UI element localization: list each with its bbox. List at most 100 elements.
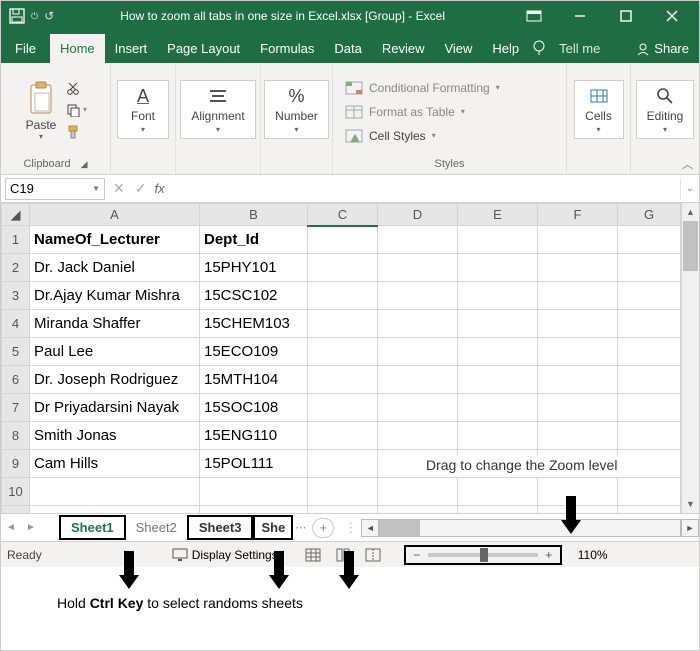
zoom-slider[interactable]: − +: [404, 545, 562, 565]
cell[interactable]: [30, 506, 200, 514]
select-all-corner[interactable]: ◢: [2, 204, 30, 226]
dialog-launcher-icon[interactable]: ◢: [81, 159, 88, 170]
vertical-scrollbar[interactable]: ▲ ▼: [681, 203, 699, 513]
tab-review[interactable]: Review: [372, 34, 435, 63]
cell[interactable]: [308, 394, 378, 422]
cell[interactable]: [538, 394, 618, 422]
cell[interactable]: Cam Hills: [30, 450, 200, 478]
col-header[interactable]: C: [308, 204, 378, 226]
row-header[interactable]: 4: [2, 310, 30, 338]
cell[interactable]: [458, 254, 538, 282]
cell[interactable]: [618, 226, 681, 254]
cell[interactable]: 15CSC102: [200, 282, 308, 310]
sheet-overflow-icon[interactable]: ⋯: [295, 521, 306, 534]
cell[interactable]: 15PHY101: [200, 254, 308, 282]
cell[interactable]: [538, 254, 618, 282]
display-settings-button[interactable]: Display Settings: [172, 548, 278, 562]
cell[interactable]: [308, 422, 378, 450]
cell[interactable]: [538, 338, 618, 366]
scroll-left-icon[interactable]: ◄: [361, 519, 379, 537]
cell[interactable]: [538, 310, 618, 338]
sheet-tab-3[interactable]: Sheet3: [187, 515, 254, 540]
cells-group-button[interactable]: Cells ▾: [574, 80, 624, 139]
row-header[interactable]: 5: [2, 338, 30, 366]
cell[interactable]: NameOf_Lecturer: [30, 226, 200, 254]
chevron-down-icon[interactable]: ▾: [596, 125, 600, 134]
cell[interactable]: Dr.Ajay Kumar Mishra: [30, 282, 200, 310]
cell[interactable]: [458, 422, 538, 450]
tab-formulas[interactable]: Formulas: [250, 34, 324, 63]
cell[interactable]: Miranda Shaffer: [30, 310, 200, 338]
sheet-nav-prev-icon[interactable]: ◄: [1, 522, 21, 533]
format-painter-button[interactable]: [66, 122, 87, 142]
cell[interactable]: [618, 310, 681, 338]
cell[interactable]: [378, 254, 458, 282]
row-header[interactable]: 6: [2, 366, 30, 394]
vscroll-thumb[interactable]: [683, 221, 698, 271]
cell[interactable]: [378, 366, 458, 394]
cell[interactable]: Dept_Id: [200, 226, 308, 254]
editing-group-button[interactable]: Editing ▾: [636, 80, 695, 139]
tab-insert[interactable]: Insert: [105, 34, 158, 63]
hscroll-thumb[interactable]: [380, 520, 420, 536]
number-group-button[interactable]: % Number ▾: [264, 80, 329, 139]
cell[interactable]: [308, 226, 378, 254]
scroll-down-icon[interactable]: ▼: [682, 495, 699, 513]
cell[interactable]: [538, 282, 618, 310]
cell[interactable]: 15SOC108: [200, 394, 308, 422]
zoom-handle[interactable]: [480, 548, 488, 562]
cell[interactable]: [458, 338, 538, 366]
chevron-down-icon[interactable]: ▾: [216, 125, 220, 134]
tab-file[interactable]: File: [1, 34, 50, 63]
zoom-out-button[interactable]: −: [410, 548, 424, 562]
cell[interactable]: [458, 226, 538, 254]
conditional-formatting-button[interactable]: Conditional Formatting▾: [345, 78, 560, 98]
chevron-down-icon[interactable]: ▾: [39, 132, 43, 141]
cell[interactable]: 15POL111: [200, 450, 308, 478]
cell[interactable]: [378, 282, 458, 310]
cell[interactable]: Dr Priyadarsini Nayak: [30, 394, 200, 422]
cell[interactable]: [308, 310, 378, 338]
tab-page-layout[interactable]: Page Layout: [157, 34, 250, 63]
row-header[interactable]: 1: [2, 226, 30, 254]
row-header[interactable]: 8: [2, 422, 30, 450]
cell[interactable]: [200, 478, 308, 506]
view-page-break-button[interactable]: [358, 544, 388, 566]
cell[interactable]: [378, 226, 458, 254]
cell[interactable]: [618, 394, 681, 422]
sheet-tab-2[interactable]: Sheet2: [126, 517, 187, 538]
cell[interactable]: [618, 422, 681, 450]
cell[interactable]: [308, 254, 378, 282]
fx-label[interactable]: fx: [154, 181, 164, 196]
cell[interactable]: [378, 310, 458, 338]
row-header[interactable]: 10: [2, 478, 30, 506]
row-header[interactable]: 2: [2, 254, 30, 282]
cell[interactable]: 15ENG110: [200, 422, 308, 450]
cell[interactable]: [458, 394, 538, 422]
cell[interactable]: [308, 282, 378, 310]
row-header[interactable]: [2, 506, 30, 514]
cell[interactable]: [200, 506, 308, 514]
font-group-button[interactable]: A Font ▾: [117, 80, 169, 139]
scroll-up-icon[interactable]: ▲: [682, 203, 699, 221]
zoom-percentage[interactable]: 110%: [578, 548, 608, 562]
cell[interactable]: Smith Jonas: [30, 422, 200, 450]
tellme-icon[interactable]: [529, 40, 549, 63]
collapse-ribbon-icon[interactable]: ︿: [682, 156, 693, 172]
cell-styles-button[interactable]: Cell Styles▾: [345, 126, 560, 146]
cell[interactable]: Dr. Jack Daniel: [30, 254, 200, 282]
copy-button[interactable]: ▾: [66, 100, 87, 120]
qat-undo-icon[interactable]: ↺: [44, 9, 54, 23]
cell[interactable]: [308, 478, 378, 506]
cell[interactable]: [308, 366, 378, 394]
fx-confirm-icon[interactable]: ✓: [135, 180, 147, 197]
formula-input[interactable]: [169, 178, 681, 200]
cell[interactable]: [538, 226, 618, 254]
col-header[interactable]: A: [30, 204, 200, 226]
col-header[interactable]: D: [378, 204, 458, 226]
sheet-tab-4[interactable]: She: [253, 515, 293, 540]
tab-help[interactable]: Help: [482, 34, 529, 63]
col-header[interactable]: B: [200, 204, 308, 226]
col-header[interactable]: G: [618, 204, 681, 226]
col-header[interactable]: E: [458, 204, 538, 226]
